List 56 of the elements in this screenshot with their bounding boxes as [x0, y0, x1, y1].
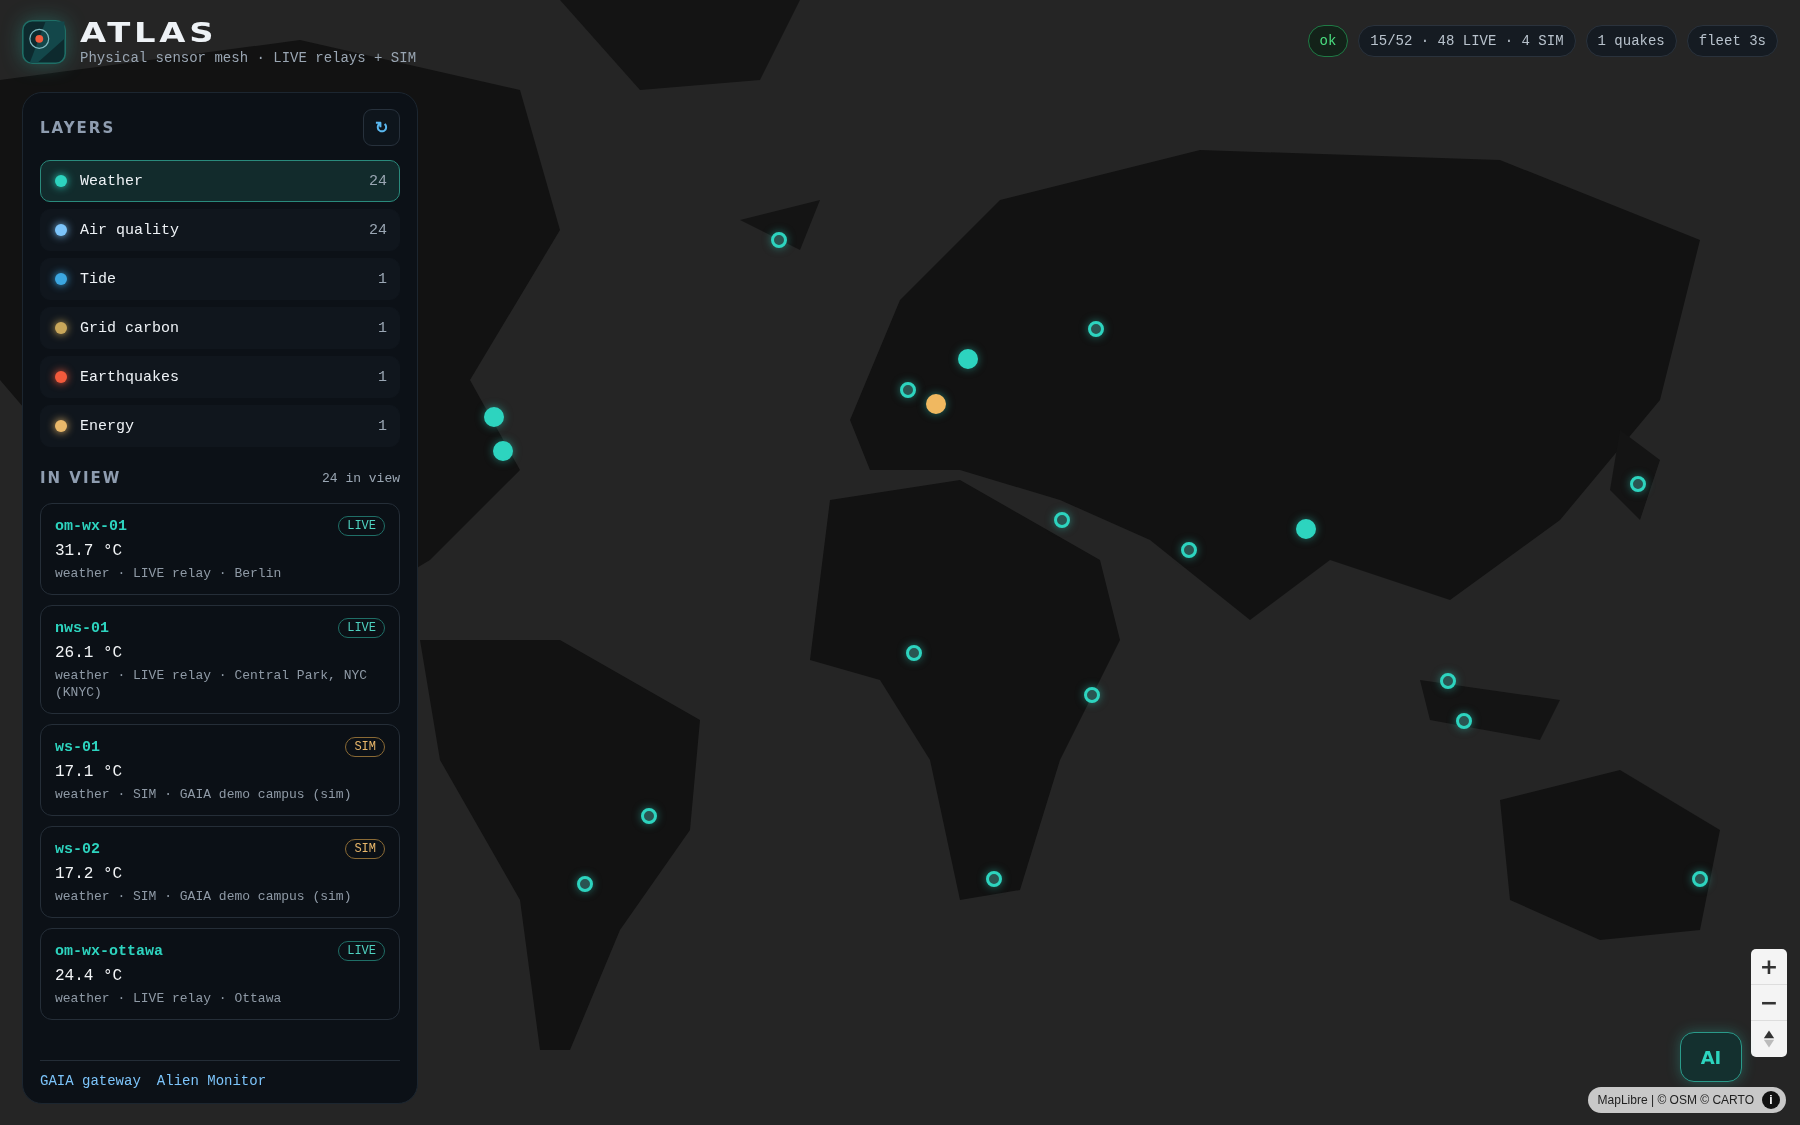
sensor-reading: 17.2 °C	[55, 865, 124, 883]
layer-count: 1	[378, 417, 387, 435]
sensor-id: om-wx-01	[55, 517, 127, 535]
logo-icon	[22, 20, 66, 64]
sensor-reading: 31.7 °C	[55, 542, 124, 560]
layer-count: 1	[378, 270, 387, 288]
layer-item[interactable]: Air quality 24	[40, 209, 400, 251]
footer-link[interactable]: GAIA gateway	[40, 1073, 141, 1089]
layer-label: Grid carbon	[80, 319, 181, 337]
attribution-text: MapLibre | © OSM © CARTO	[1597, 1093, 1754, 1107]
layer-label: Air quality	[80, 221, 181, 239]
layer-label: Weather	[80, 172, 144, 190]
section-title: LAYERS	[40, 118, 116, 137]
refresh-button[interactable]: ↻	[363, 109, 400, 146]
status-pill: fleet 3s	[1686, 25, 1778, 57]
zoom-in-button[interactable]: +	[1751, 949, 1787, 985]
sensor-reading: 24.4 °C	[55, 967, 124, 985]
app-subtitle: Physical sensor mesh · LIVE relays + SIM	[80, 50, 417, 66]
layer-label: Tide	[80, 270, 117, 288]
layer-count: 1	[378, 319, 387, 337]
sensor-meta: weather · LIVE relay · Central Park, NYC (KNYC)	[55, 667, 369, 701]
sensor-id: ws-02	[55, 840, 100, 858]
layer-label: Energy	[80, 417, 135, 435]
sensor-meta: weather · SIM · GAIA demo campus (sim)	[55, 888, 353, 905]
sensor-reading: 26.1 °C	[55, 644, 124, 662]
status-pill: 15/52 · 48 LIVE · 4 SIM	[1358, 25, 1576, 57]
zoom-out-button[interactable]: −	[1751, 985, 1787, 1021]
section-title: IN VIEW	[40, 469, 122, 487]
sensor-card[interactable]: om-wx-01 LIVE 31.7 °C weather · LIVE relay · Berlin	[40, 503, 400, 595]
compass-icon[interactable]	[1763, 1029, 1775, 1049]
sensor-id: ws-01	[55, 738, 100, 756]
layer-count: 24	[369, 172, 387, 190]
layer-label: Earthquakes	[80, 368, 181, 386]
layer-item[interactable]: Energy 1	[40, 405, 400, 447]
sensor-card[interactable]: om-wx-ottawa LIVE 24.4 °C weather · LIVE relay · Ottawa	[40, 928, 400, 1020]
sensor-id: nws-01	[55, 619, 109, 637]
layer-item[interactable]: Weather 24	[40, 160, 400, 202]
sensor-meta: weather · LIVE relay · Berlin	[55, 565, 283, 582]
info-button[interactable]: i	[1762, 1091, 1780, 1109]
sensor-id: om-wx-ottawa	[55, 942, 164, 960]
status-pill: 1 quakes	[1585, 25, 1677, 57]
sensor-reading: 17.1 °C	[55, 763, 124, 781]
layer-item[interactable]: Grid carbon 1	[40, 307, 400, 349]
in-view-count: 24 in view	[322, 470, 400, 486]
app-title: ATLAS	[80, 18, 219, 48]
sensor-meta: weather · LIVE relay · Ottawa	[55, 990, 283, 1007]
ai-button[interactable]: AI	[1680, 1032, 1742, 1082]
layer-count: 24	[369, 221, 387, 239]
layer-count: 1	[378, 368, 387, 386]
sensor-card[interactable]: ws-01 SIM 17.1 °C weather · SIM · GAIA demo campus (sim)	[40, 724, 400, 816]
layer-item[interactable]: Earthquakes 1	[40, 356, 400, 398]
sensor-card[interactable]: nws-01 LIVE 26.1 °C weather · LIVE relay · Central Park, NYC (KNYC)	[40, 605, 400, 714]
footer-link[interactable]: Alien Monitor	[156, 1073, 267, 1089]
sensor-card[interactable]: ws-02 SIM 17.2 °C weather · SIM · GAIA demo campus (sim)	[40, 826, 400, 918]
sensor-meta: weather · SIM · GAIA demo campus (sim)	[55, 786, 353, 803]
layer-item[interactable]: Tide 1	[40, 258, 400, 300]
